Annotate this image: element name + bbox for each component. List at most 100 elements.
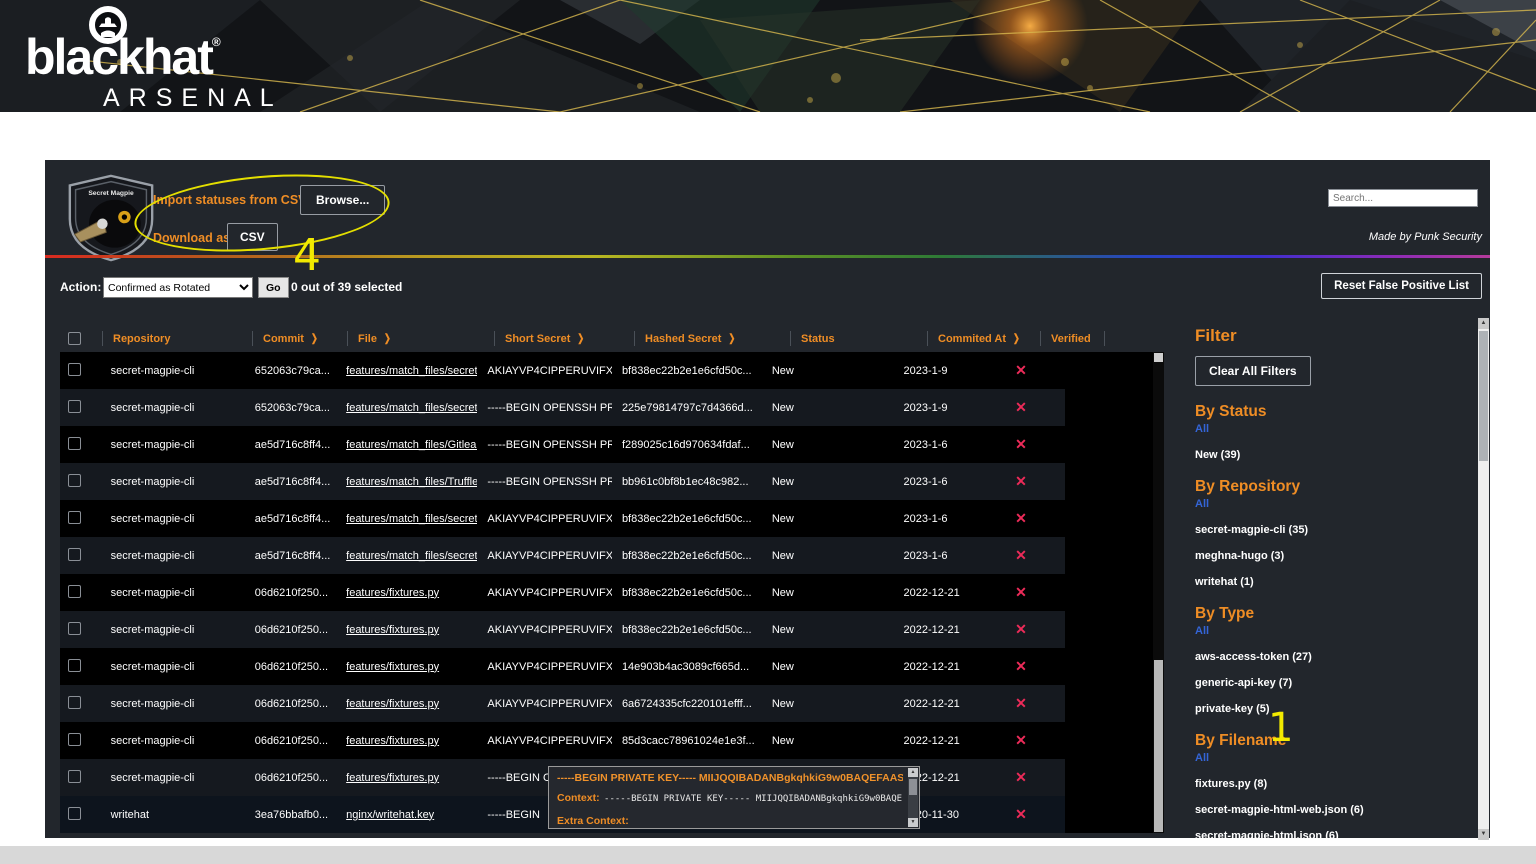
filter-all-link[interactable]: All <box>1195 498 1478 510</box>
browse-button[interactable]: Browse... <box>300 185 385 215</box>
verified-x-icon: ✕ <box>1002 732 1065 749</box>
go-button[interactable]: Go <box>258 277 289 298</box>
cell-repository: secret-magpie-cli <box>101 624 245 636</box>
file-link[interactable]: features/match_files/secret-rr <box>346 550 477 562</box>
filter-item[interactable]: secret-magpie-html.json (6) <box>1195 830 1478 840</box>
filter-section: By Repository All secret-magpie-cli (35)… <box>1195 478 1478 588</box>
filter-item[interactable]: generic-api-key (7) <box>1195 677 1478 689</box>
file-link[interactable]: features/match_files/secret-rr <box>346 513 477 525</box>
column-header[interactable]: Repository <box>102 331 252 346</box>
row-checkbox[interactable] <box>68 474 81 487</box>
file-link[interactable]: features/fixtures.py <box>346 624 439 636</box>
cell-status: New <box>762 624 894 636</box>
cell-commited-at: 2023-1-6 <box>893 550 1002 562</box>
row-checkbox[interactable] <box>68 437 81 450</box>
row-checkbox[interactable] <box>68 363 81 376</box>
row-checkbox[interactable] <box>68 733 81 746</box>
filter-item[interactable]: private-key (5) <box>1195 703 1478 715</box>
column-header[interactable]: Hashed Secret ❯ <box>634 331 790 346</box>
action-label: Action: <box>60 280 101 294</box>
column-header[interactable]: Status <box>790 331 927 346</box>
table-row[interactable]: secret-magpie-cli 06d6210f250... feature… <box>60 685 1065 722</box>
row-checkbox[interactable] <box>68 696 81 709</box>
filter-item[interactable]: meghna-hugo (3) <box>1195 550 1478 562</box>
filter-scrollbar[interactable]: ▲ ▼ <box>1478 318 1489 840</box>
search-input[interactable] <box>1328 189 1478 207</box>
table-scrollbar-thumb[interactable] <box>1154 660 1163 832</box>
table-row[interactable]: secret-magpie-cli 06d6210f250... feature… <box>60 611 1065 648</box>
clear-all-filters-button[interactable]: Clear All Filters <box>1195 356 1311 386</box>
row-checkbox[interactable] <box>68 622 81 635</box>
column-header[interactable]: Commit ❯ <box>252 331 347 346</box>
row-checkbox[interactable] <box>68 548 81 561</box>
tooltip-context-value: -----BEGIN PRIVATE KEY----- MIIJQQIBADAN… <box>604 794 903 804</box>
table-row[interactable]: secret-magpie-cli 652063c79ca... feature… <box>60 352 1065 389</box>
column-header[interactable]: Verified <box>1040 331 1105 346</box>
cell-commited-at: 2023-1-6 <box>893 439 1002 451</box>
reset-false-positive-button[interactable]: Reset False Positive List <box>1321 273 1482 299</box>
column-header-label: Commited At <box>938 333 1006 345</box>
cell-hashed-secret: 85d3cacc78961024e1e3f... <box>612 735 762 747</box>
table-scrollbar[interactable] <box>1153 352 1164 833</box>
cell-commit: 06d6210f250... <box>245 735 336 747</box>
table-scroll-up-button[interactable] <box>1154 353 1163 362</box>
tooltip-scroll-down-icon[interactable]: ▼ <box>908 818 918 827</box>
tooltip-scrollbar-thumb[interactable] <box>909 779 917 795</box>
import-csv-label: Import statuses from CSV: <box>153 193 310 207</box>
file-link[interactable]: nginx/writehat.key <box>346 809 434 821</box>
filter-item[interactable]: secret-magpie-html-web.json (6) <box>1195 804 1478 816</box>
column-header-label: Repository <box>113 333 170 345</box>
row-checkbox[interactable] <box>68 511 81 524</box>
tooltip-secret-value: -----BEGIN PRIVATE KEY----- MIIJQQIBADAN… <box>557 772 903 784</box>
file-link[interactable]: features/fixtures.py <box>346 735 439 747</box>
filter-scroll-down-icon[interactable]: ▼ <box>1478 829 1489 840</box>
filter-item[interactable]: fixtures.py (8) <box>1195 778 1478 790</box>
action-select[interactable]: Confirmed as Rotated <box>103 277 253 298</box>
column-header[interactable]: File ❯ <box>347 331 494 346</box>
file-link[interactable]: features/match_files/secret-rr <box>346 365 477 377</box>
filter-all-link[interactable]: All <box>1195 752 1478 764</box>
filter-section-heading: By Repository <box>1195 478 1478 496</box>
table-row[interactable]: secret-magpie-cli 06d6210f250... feature… <box>60 722 1065 759</box>
select-all-checkbox[interactable] <box>68 332 81 345</box>
file-link[interactable]: features/fixtures.py <box>346 661 439 673</box>
table-row[interactable]: secret-magpie-cli ae5d716c8ff4... featur… <box>60 537 1065 574</box>
filter-item[interactable]: secret-magpie-cli (35) <box>1195 524 1478 536</box>
column-header[interactable]: Short Secret ❯ <box>494 331 634 346</box>
file-link[interactable]: features/fixtures.py <box>346 772 439 784</box>
table-row[interactable]: secret-magpie-cli 652063c79ca... feature… <box>60 389 1065 426</box>
table-row[interactable]: secret-magpie-cli 06d6210f250... feature… <box>60 648 1065 685</box>
filter-item[interactable]: New (39) <box>1195 449 1478 461</box>
filter-scrollbar-thumb[interactable] <box>1479 331 1488 461</box>
secret-magpie-shield-logo: Secret Magpie <box>63 173 159 263</box>
secrets-table: Repository Commit ❯ File ❯ Short Secret … <box>60 325 1153 833</box>
row-checkbox[interactable] <box>68 585 81 598</box>
cell-hashed-secret: bf838ec22b2e1e6cfd50c... <box>612 587 762 599</box>
filter-all-link[interactable]: All <box>1195 625 1478 637</box>
table-row[interactable]: secret-magpie-cli ae5d716c8ff4... featur… <box>60 426 1065 463</box>
file-link[interactable]: features/match_files/secret-rr <box>346 402 477 414</box>
tooltip-scrollbar[interactable]: ▲ ▼ <box>908 768 918 827</box>
table-row[interactable]: secret-magpie-cli ae5d716c8ff4... featur… <box>60 463 1065 500</box>
download-as-label: Download as: <box>153 231 234 245</box>
tooltip-scroll-up-icon[interactable]: ▲ <box>908 768 918 777</box>
filter-all-link[interactable]: All <box>1195 423 1478 435</box>
file-link[interactable]: features/match_files/Trufflehc <box>346 476 477 488</box>
cell-status: New <box>762 661 894 673</box>
filter-item[interactable]: aws-access-token (27) <box>1195 651 1478 663</box>
cell-commit: 06d6210f250... <box>245 661 336 673</box>
csv-download-button[interactable]: CSV <box>227 223 278 251</box>
file-link[interactable]: features/fixtures.py <box>346 587 439 599</box>
table-row[interactable]: secret-magpie-cli ae5d716c8ff4... featur… <box>60 500 1065 537</box>
row-checkbox[interactable] <box>68 659 81 672</box>
file-link[interactable]: features/fixtures.py <box>346 698 439 710</box>
row-checkbox[interactable] <box>68 400 81 413</box>
row-checkbox[interactable] <box>68 770 81 783</box>
table-row[interactable]: secret-magpie-cli 06d6210f250... feature… <box>60 574 1065 611</box>
filter-scroll-up-icon[interactable]: ▲ <box>1478 318 1489 329</box>
file-link[interactable]: features/match_files/Gitleaks. <box>346 439 477 451</box>
row-checkbox[interactable] <box>68 807 81 820</box>
filter-item[interactable]: writehat (1) <box>1195 576 1478 588</box>
cell-repository: secret-magpie-cli <box>101 772 245 784</box>
column-header[interactable]: Commited At ❯ <box>927 331 1040 346</box>
